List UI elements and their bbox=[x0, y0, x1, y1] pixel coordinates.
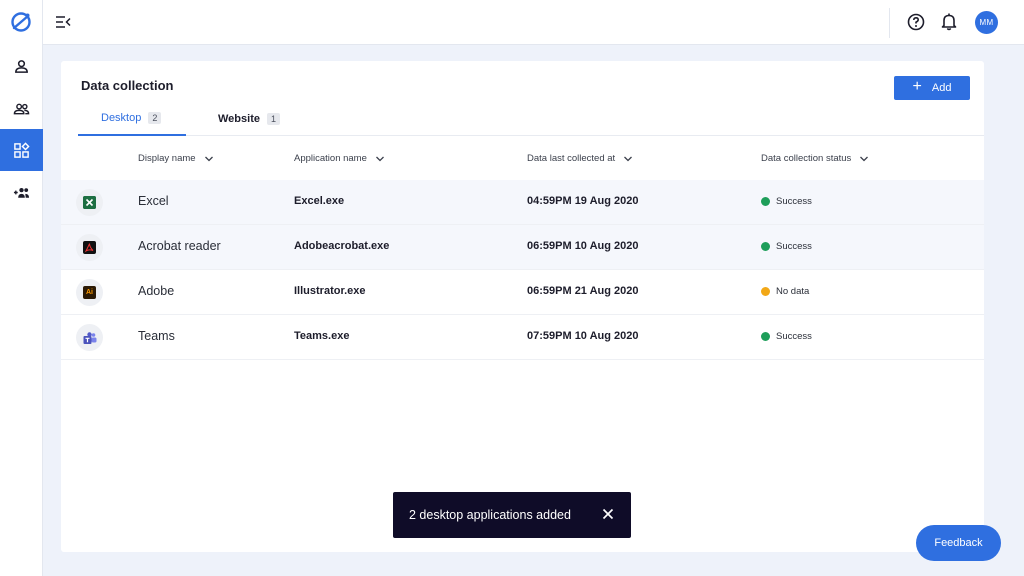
status-text: Success bbox=[776, 196, 812, 207]
table-header: Display name Application name Data last … bbox=[61, 136, 984, 180]
menu-collapse-icon[interactable] bbox=[55, 14, 71, 30]
chevron-down-icon bbox=[375, 156, 384, 161]
sidebar bbox=[0, 0, 43, 576]
sidebar-item-add-group[interactable] bbox=[0, 171, 43, 213]
status-warning-dot bbox=[761, 287, 770, 296]
toast-notification: 2 desktop applications added bbox=[393, 492, 631, 538]
top-bar: MM bbox=[43, 0, 1024, 45]
column-application-name-label: Application name bbox=[294, 153, 367, 164]
add-group-icon bbox=[13, 187, 30, 198]
sidebar-item-user[interactable] bbox=[0, 45, 43, 87]
tab-bar: Desktop 2 Website 1 bbox=[78, 101, 984, 136]
collected-at: 04:59PM 19 Aug 2020 bbox=[527, 195, 639, 207]
application-name: Adobeacrobat.exe bbox=[294, 240, 390, 252]
column-display-name[interactable]: Display name bbox=[138, 153, 214, 164]
display-name: Teams bbox=[138, 329, 175, 343]
display-name: Adobe bbox=[138, 284, 175, 298]
tab-website[interactable]: Website 1 bbox=[218, 101, 280, 136]
tab-website-count: 1 bbox=[266, 112, 280, 125]
topbar-divider bbox=[889, 8, 890, 38]
add-button-label: Add bbox=[931, 82, 952, 94]
status-text: No data bbox=[776, 286, 810, 297]
users-icon bbox=[13, 103, 30, 114]
column-status[interactable]: Data collection status bbox=[761, 153, 869, 164]
status-text: Success bbox=[776, 241, 812, 252]
table-row[interactable]: Teams Teams.exe 07:59PM 10 Aug 2020 Succ… bbox=[61, 315, 984, 360]
application-name: Teams.exe bbox=[294, 330, 350, 342]
column-last-collected[interactable]: Data last collected at bbox=[527, 153, 633, 164]
table-row[interactable]: Excel Excel.exe 04:59PM 19 Aug 2020 Succ… bbox=[61, 180, 984, 225]
collected-at: 06:59PM 21 Aug 2020 bbox=[527, 285, 639, 297]
plus-icon: + bbox=[912, 78, 922, 95]
display-name: Acrobat reader bbox=[138, 239, 221, 253]
status-success-dot bbox=[761, 197, 770, 206]
illustrator-icon: Ai bbox=[76, 279, 103, 306]
collected-at: 07:59PM 10 Aug 2020 bbox=[527, 330, 639, 342]
status-success-dot bbox=[761, 242, 770, 251]
user-icon bbox=[15, 59, 28, 73]
tab-desktop-count: 2 bbox=[148, 111, 162, 124]
acrobat-icon bbox=[76, 234, 103, 261]
avatar[interactable]: MM bbox=[975, 11, 998, 34]
app-logo-icon[interactable] bbox=[10, 11, 32, 33]
chevron-down-icon bbox=[624, 156, 633, 161]
page-title: Data collection bbox=[81, 78, 174, 93]
tab-desktop-label: Desktop bbox=[101, 111, 142, 124]
table-row[interactable]: Ai Adobe Illustrator.exe 06:59PM 21 Aug … bbox=[61, 270, 984, 315]
column-display-name-label: Display name bbox=[138, 153, 196, 164]
column-last-collected-label: Data last collected at bbox=[527, 153, 616, 164]
feedback-button[interactable]: Feedback bbox=[916, 525, 1001, 561]
status-success-dot bbox=[761, 332, 770, 341]
excel-icon bbox=[76, 189, 103, 216]
chevron-down-icon bbox=[860, 156, 869, 161]
tab-website-label: Website bbox=[218, 112, 260, 125]
app-table-body: Excel Excel.exe 04:59PM 19 Aug 2020 Succ… bbox=[61, 180, 984, 360]
display-name: Excel bbox=[138, 194, 169, 208]
data-collection-card: Data collection + Add Desktop 2 Website … bbox=[61, 61, 984, 552]
application-name: Excel.exe bbox=[294, 195, 345, 207]
close-icon[interactable] bbox=[601, 507, 615, 521]
sidebar-item-apps[interactable] bbox=[0, 129, 43, 171]
tab-desktop[interactable]: Desktop 2 bbox=[78, 101, 186, 136]
chevron-down-icon bbox=[204, 156, 213, 161]
status-badge: No data bbox=[761, 286, 809, 297]
application-name: Illustrator.exe bbox=[294, 285, 366, 297]
add-button[interactable]: + Add bbox=[894, 76, 970, 100]
status-badge: Success bbox=[761, 196, 812, 207]
help-icon[interactable] bbox=[907, 13, 925, 31]
column-status-label: Data collection status bbox=[761, 153, 852, 164]
status-badge: Success bbox=[761, 331, 812, 342]
bell-icon[interactable] bbox=[940, 12, 958, 31]
toast-message: 2 desktop applications added bbox=[409, 508, 571, 522]
sidebar-item-users[interactable] bbox=[0, 87, 43, 129]
teams-icon bbox=[76, 324, 103, 351]
collected-at: 06:59PM 10 Aug 2020 bbox=[527, 240, 639, 252]
apps-icon bbox=[14, 141, 30, 158]
table-row[interactable]: Acrobat reader Adobeacrobat.exe 06:59PM … bbox=[61, 225, 984, 270]
status-text: Success bbox=[776, 331, 812, 342]
status-badge: Success bbox=[761, 241, 812, 252]
column-application-name[interactable]: Application name bbox=[294, 153, 385, 164]
